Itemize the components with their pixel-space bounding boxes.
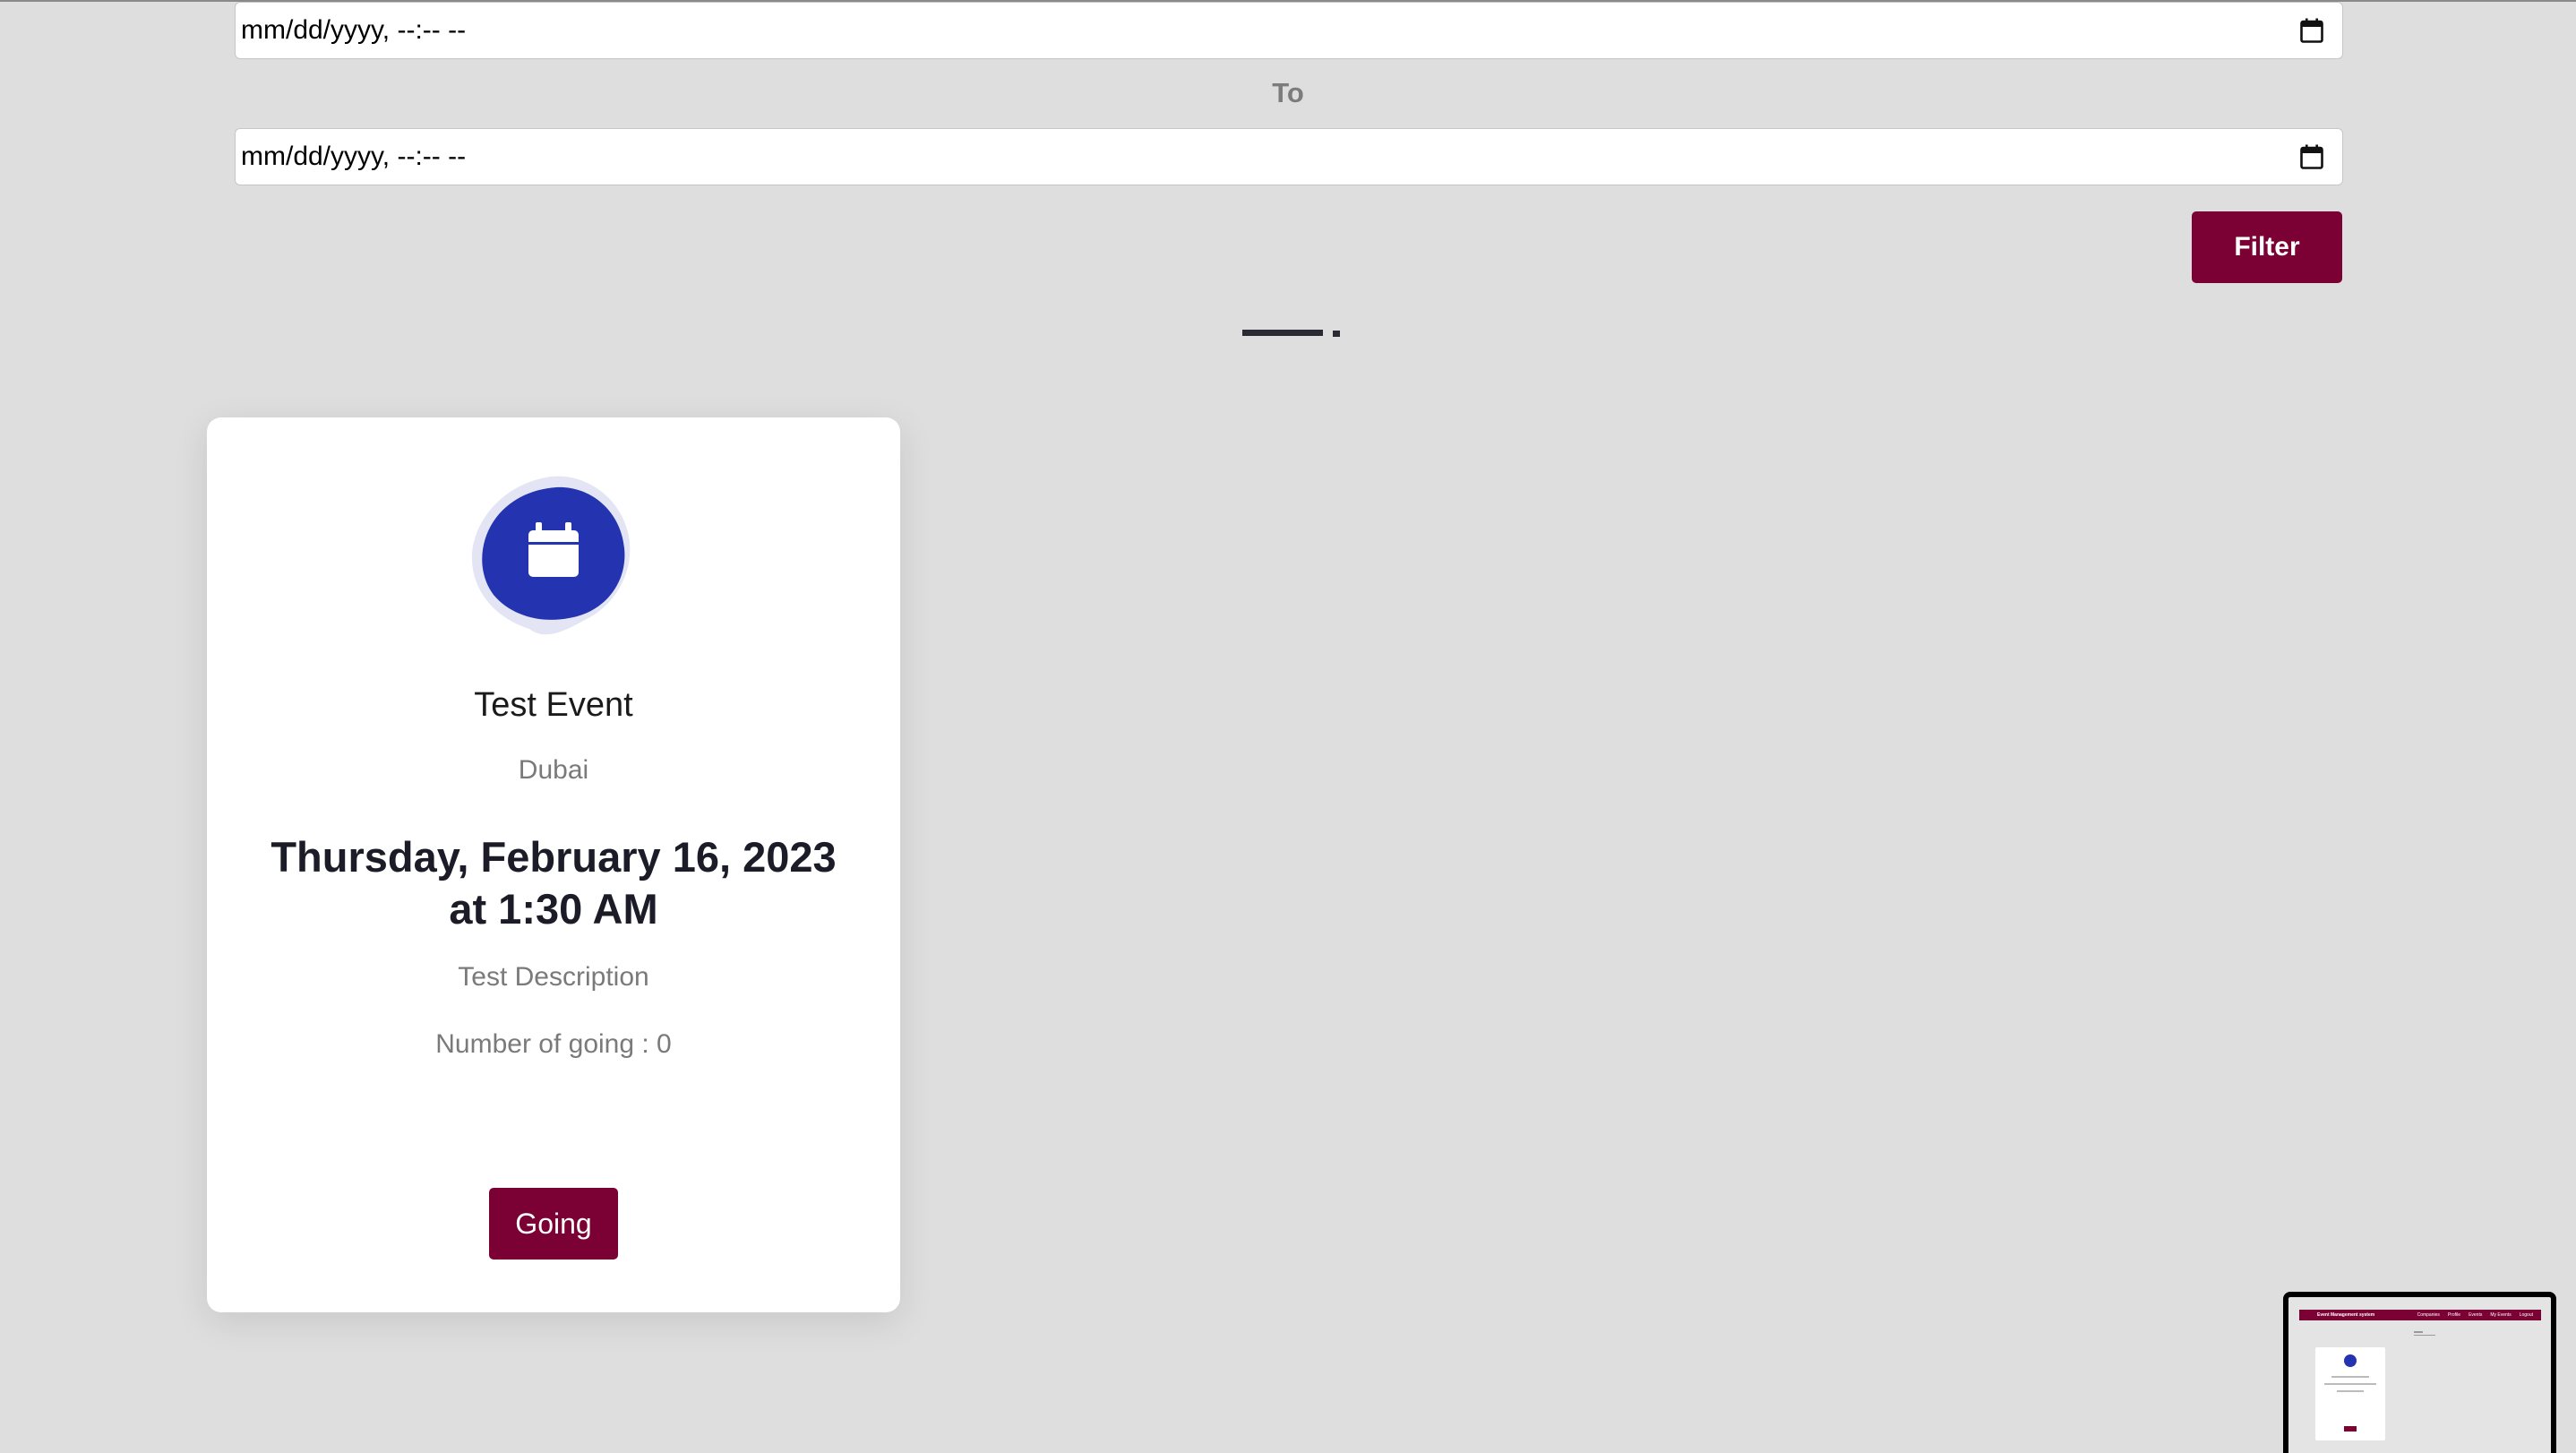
preview-filter-area xyxy=(2414,1331,2437,1337)
preview-app-title: Event Management system xyxy=(2317,1312,2375,1318)
calendar-picker-icon[interactable] xyxy=(2299,18,2324,43)
preview-nav-item: Companies xyxy=(2417,1312,2440,1318)
preview-header: Event Management system Companies Profil… xyxy=(2299,1310,2541,1320)
loading-dot xyxy=(1333,331,1340,337)
to-label: To xyxy=(1272,77,1304,108)
event-location: Dubai xyxy=(518,755,589,785)
preview-nav-item: Events xyxy=(2469,1312,2483,1318)
preview-calendar-icon xyxy=(2344,1354,2357,1367)
preview-going-button xyxy=(2344,1426,2357,1432)
preview-text-line xyxy=(2337,1390,2364,1392)
preview-nav-item: My Events xyxy=(2490,1312,2512,1318)
event-date-line: Thursday, February 16, 2023 xyxy=(270,833,837,881)
to-datetime-value[interactable]: mm/dd/yyyy, --:-- -- xyxy=(236,142,2299,172)
preview-nav-item: Profile xyxy=(2447,1312,2461,1318)
event-description: Test Description xyxy=(458,962,649,992)
going-count: Number of going : 0 xyxy=(435,1029,672,1059)
page-preview-thumbnail[interactable]: Event Management system Companies Profil… xyxy=(2283,1292,2556,1453)
preview-event-card xyxy=(2315,1347,2385,1440)
preview-text-line xyxy=(2324,1383,2376,1385)
calendar-icon xyxy=(470,471,637,638)
preview-text-line xyxy=(2331,1376,2369,1378)
loading-bar xyxy=(1242,330,1323,336)
event-date: Thursday, February 16, 2023 at 1:30 AM xyxy=(243,831,864,935)
filter-button[interactable]: Filter xyxy=(2192,211,2342,283)
preview-nav: Companies Profile Events My Events Logou… xyxy=(2417,1312,2541,1318)
event-card: Test Event Dubai Thursday, February 16, … xyxy=(207,417,900,1312)
going-button[interactable]: Going xyxy=(489,1188,618,1260)
from-datetime-input[interactable]: mm/dd/yyyy, --:-- -- xyxy=(235,2,2343,59)
preview-nav-item: Logout xyxy=(2519,1312,2533,1318)
from-datetime-value[interactable]: mm/dd/yyyy, --:-- -- xyxy=(236,15,2299,46)
to-datetime-input[interactable]: mm/dd/yyyy, --:-- -- xyxy=(235,128,2343,185)
calendar-picker-icon[interactable] xyxy=(2299,144,2324,169)
event-title: Test Event xyxy=(474,686,633,724)
event-time-line: at 1:30 AM xyxy=(449,885,658,933)
loading-indicator xyxy=(1242,330,1343,337)
